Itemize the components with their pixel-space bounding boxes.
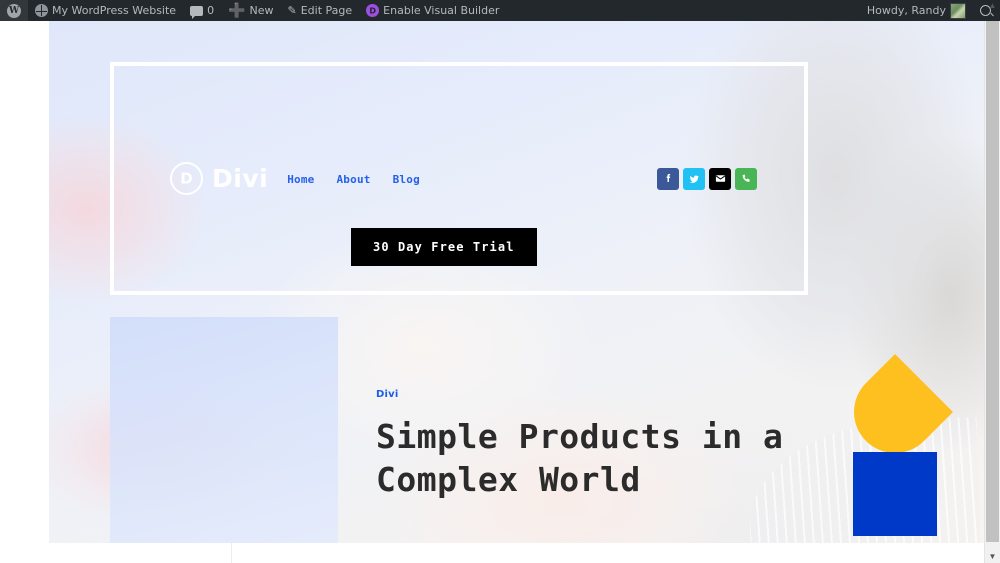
pencil-icon: ✎ [287, 4, 297, 17]
social-link-twitter[interactable] [683, 167, 705, 190]
site-name-label: My WordPress Website [52, 4, 177, 17]
scrollbar-up-arrow[interactable]: ▲ [988, 1, 997, 10]
facebook-icon [666, 174, 670, 182]
site-header: Divi Home About Blog [110, 62, 808, 295]
scrollbar-down-arrow[interactable]: ▼ [988, 552, 997, 561]
hero-eyebrow: Divi [376, 389, 399, 400]
hero-left-panel [110, 317, 338, 543]
browser-scrollbar[interactable]: ▲ ▼ [984, 1, 1000, 563]
comment-count-label: 0 [207, 4, 215, 17]
nav-item-blog[interactable]: Blog [393, 173, 420, 186]
twitter-icon [689, 175, 699, 183]
divi-logo-icon [170, 162, 203, 195]
edit-page-label: Edit Page [300, 4, 353, 17]
panel-gap [338, 317, 346, 543]
social-link-phone[interactable] [735, 167, 757, 190]
plus-icon: ➕ [228, 2, 246, 19]
wordpress-logo-icon [7, 3, 21, 18]
divi-d-icon [366, 4, 380, 17]
phone-icon [742, 174, 750, 182]
social-links [657, 167, 757, 190]
visual-builder-label: Enable Visual Builder [383, 4, 500, 17]
nav-item-home[interactable]: Home [287, 173, 314, 186]
wp-admin-bar: My WordPress Website 0 ➕ New ✎ Edit Page… [0, 0, 1000, 21]
brand-name-label: Divi [212, 164, 269, 193]
comment-bubble-icon [190, 5, 204, 19]
avatar [950, 2, 966, 19]
admin-bar-edit-page[interactable]: ✎ Edit Page [281, 0, 360, 21]
scrollbar-thumb[interactable] [986, 21, 999, 542]
footer-divider [231, 543, 232, 563]
browser-left-gutter [0, 21, 49, 563]
admin-bar-comments[interactable]: 0 [183, 0, 221, 21]
admin-bar-enable-visual-builder[interactable]: Enable Visual Builder [359, 0, 506, 21]
social-link-facebook[interactable] [657, 167, 679, 190]
admin-bar-right-group: Howdy, Randy [860, 0, 1000, 21]
admin-bar-my-account[interactable]: Howdy, Randy [860, 0, 973, 21]
admin-bar-left-group: My WordPress Website 0 ➕ New ✎ Edit Page… [0, 0, 506, 21]
social-link-email[interactable] [709, 167, 731, 190]
site-icon [35, 4, 48, 17]
site-logo[interactable]: Divi [170, 162, 268, 195]
primary-navigation: Home About Blog [287, 171, 420, 186]
admin-bar-site-name[interactable]: My WordPress Website [28, 0, 183, 21]
admin-bar-new-content[interactable]: ➕ New [221, 0, 280, 21]
envelope-icon [715, 175, 725, 182]
admin-bar-wp-logo[interactable] [0, 0, 28, 21]
hero-text-block: Divi Simple Products in a Complex World [376, 389, 896, 502]
page-canvas: Divi Home About Blog [49, 21, 985, 543]
nav-item-about[interactable]: About [336, 173, 370, 186]
blue-square-shape [853, 452, 937, 536]
browser-bottom-gutter [0, 543, 985, 563]
howdy-label: Howdy, Randy [866, 4, 946, 17]
new-content-label: New [249, 4, 274, 17]
page-title: Simple Products in a Complex World [376, 417, 784, 499]
